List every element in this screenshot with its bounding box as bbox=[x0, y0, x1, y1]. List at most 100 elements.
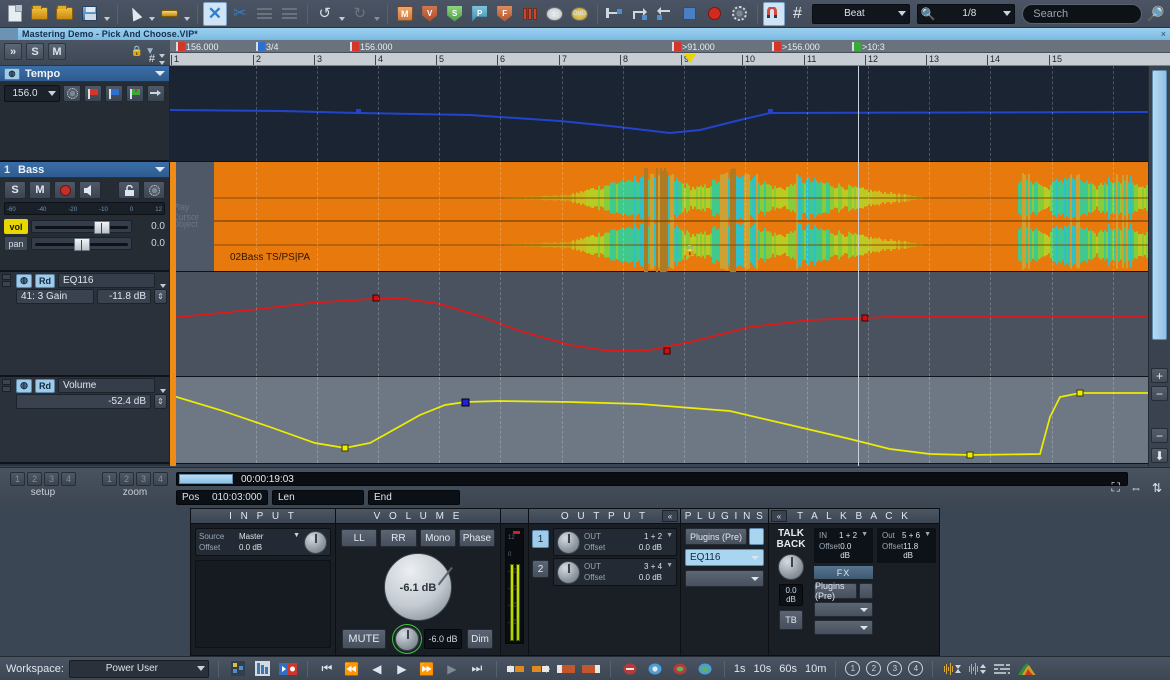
rewind-fast-icon[interactable]: ⏪ bbox=[342, 660, 362, 678]
setup-button[interactable]: 2 bbox=[27, 472, 42, 486]
ruler-marker[interactable]: >91.000 bbox=[672, 41, 715, 52]
close-icon[interactable]: × bbox=[1161, 29, 1170, 39]
skip-end-icon[interactable]: ⏭ bbox=[467, 660, 487, 678]
zoom-buttons[interactable]: 1234 bbox=[102, 472, 168, 486]
volume-automation-name[interactable]: Volume bbox=[58, 378, 155, 393]
redo-dropdown-icon[interactable] bbox=[373, 3, 382, 25]
dim-value-field[interactable]: -6.0 dB bbox=[424, 629, 462, 649]
range-end-icon[interactable] bbox=[531, 660, 551, 678]
bass-track-title-bar[interactable]: 1 Bass bbox=[0, 162, 169, 178]
set-marker-button[interactable] bbox=[603, 2, 627, 26]
talkback-fx-slot-1[interactable] bbox=[814, 602, 873, 617]
bass-mute-button[interactable]: M bbox=[29, 181, 51, 199]
rewind-icon[interactable]: ◀ bbox=[367, 660, 387, 678]
chevron-down-icon[interactable] bbox=[751, 556, 759, 560]
numbered-marker[interactable]: 3 bbox=[887, 661, 902, 676]
burn-cd-button[interactable]: CD bbox=[543, 2, 567, 26]
plugin-slot-2[interactable] bbox=[685, 570, 764, 587]
volume-read-button[interactable]: Rd bbox=[35, 379, 55, 393]
volume-tag[interactable]: vol bbox=[4, 219, 28, 234]
effects-button[interactable]: F bbox=[493, 2, 517, 26]
ruler-marker[interactable]: >10:3 bbox=[852, 41, 885, 52]
marker-lane[interactable]: 156.0003/4156.000>91.000>156.000>10:3 bbox=[170, 40, 1170, 53]
tempo-marker-blue-button[interactable] bbox=[105, 85, 123, 102]
spectrum-icon[interactable] bbox=[1017, 660, 1037, 678]
out-2-value[interactable]: 3 + 4 bbox=[644, 562, 662, 571]
input-slot-area[interactable] bbox=[195, 560, 331, 648]
talkback-tb-button[interactable]: TB bbox=[779, 610, 803, 630]
burn-dvd-button[interactable]: DVD bbox=[568, 2, 592, 26]
stop-button[interactable] bbox=[678, 2, 702, 26]
talkback-out-value[interactable]: 5 + 6 bbox=[902, 531, 920, 540]
volume-mode-phase-button[interactable]: Phase bbox=[459, 529, 495, 547]
drag-handle-icon[interactable] bbox=[2, 273, 13, 289]
bass-solo-button[interactable]: S bbox=[4, 181, 26, 199]
volume-automation-row[interactable]: ◍ Rd Volume bbox=[0, 377, 169, 392]
mouse-mode-dropdown-icon[interactable] bbox=[148, 3, 157, 25]
output-channel-2-button[interactable]: 2 bbox=[532, 560, 549, 578]
search-button[interactable]: 🔍 bbox=[1143, 2, 1167, 26]
chevron-down-icon[interactable]: ▼ bbox=[861, 531, 868, 540]
setup-button[interactable]: 3 bbox=[44, 472, 59, 486]
expand-tracks-button[interactable]: » bbox=[4, 43, 22, 60]
range-mode-button[interactable] bbox=[158, 2, 182, 26]
workspace-dropdown[interactable]: Power User bbox=[69, 660, 209, 678]
grid-button[interactable]: # bbox=[786, 2, 810, 26]
chevron-down-icon[interactable]: ▼ bbox=[924, 531, 931, 540]
chevron-down-icon[interactable]: ▼ bbox=[666, 532, 673, 541]
output-2-knob[interactable] bbox=[557, 561, 580, 584]
skip-start-icon[interactable]: ⏮ bbox=[317, 660, 337, 678]
play-icon[interactable]: ▶ bbox=[442, 660, 462, 678]
chevron-down-icon[interactable] bbox=[158, 274, 167, 288]
time-progress-indicator[interactable] bbox=[179, 474, 233, 484]
range-start-icon[interactable] bbox=[506, 660, 526, 678]
chevron-down-icon[interactable] bbox=[860, 608, 868, 612]
dim-button[interactable]: Dim bbox=[467, 629, 493, 649]
ruler-marker[interactable]: 156.000 bbox=[176, 41, 219, 52]
talkback-in-offset-value[interactable]: 0.0 dB bbox=[840, 542, 868, 560]
chevron-down-icon[interactable]: ▼ bbox=[666, 562, 673, 571]
range-mode-dropdown-icon[interactable] bbox=[183, 3, 192, 25]
zoom-preset[interactable]: 1s bbox=[734, 663, 746, 675]
auto-button[interactable] bbox=[518, 2, 542, 26]
fullscreen-icon[interactable]: ⛶ bbox=[1112, 480, 1120, 495]
lane-tempo[interactable] bbox=[170, 66, 1148, 162]
vertical-scroll-thumb[interactable] bbox=[1152, 70, 1167, 340]
chevron-down-icon[interactable] bbox=[860, 626, 868, 630]
settings-button[interactable] bbox=[728, 2, 752, 26]
bass-record-arm-button[interactable] bbox=[54, 181, 76, 199]
horizontal-arrows-icon[interactable]: ⇔ bbox=[1130, 481, 1142, 495]
plugins-pre-button[interactable]: Plugins (Pre) bbox=[685, 528, 747, 545]
zoom-button[interactable]: 1 bbox=[102, 472, 117, 486]
dim-knob[interactable] bbox=[395, 627, 419, 651]
mute-all-button[interactable]: M bbox=[48, 43, 66, 60]
save-project-button[interactable] bbox=[78, 2, 102, 26]
tempo-marker-move-button[interactable] bbox=[147, 85, 165, 102]
bass-pan-slider[interactable]: pan 0.0 bbox=[4, 235, 165, 252]
ruler-marker[interactable]: 3/4 bbox=[256, 41, 279, 52]
zoom-wave-amplitude-icon[interactable] bbox=[967, 660, 987, 678]
bass-lock-button[interactable] bbox=[118, 181, 140, 199]
eq116-automation-row[interactable]: ◍ Rd EQ116 bbox=[0, 272, 169, 287]
clip-label[interactable]: 02Bass TS/PS|PA bbox=[230, 252, 310, 263]
end-field[interactable]: End bbox=[368, 490, 460, 505]
eq116-automation-name[interactable]: EQ116 bbox=[58, 273, 155, 288]
open-project-button[interactable] bbox=[28, 2, 52, 26]
mouse-mode-button[interactable] bbox=[123, 2, 147, 26]
marker-green-icon[interactable] bbox=[670, 660, 690, 678]
volume-mode-buttons[interactable]: LLRRMonoPhase bbox=[336, 524, 500, 547]
loop-button[interactable] bbox=[628, 2, 652, 26]
zoom-button[interactable]: 3 bbox=[136, 472, 151, 486]
len-field[interactable]: Len bbox=[272, 490, 364, 505]
track-header-bass[interactable]: 1 Bass S M -60-40-20-10012 bbox=[0, 162, 169, 272]
volume-mode-ll-button[interactable]: LL bbox=[341, 529, 377, 547]
tempo-settings-button[interactable] bbox=[63, 85, 81, 102]
output-collapse-button[interactable]: « bbox=[662, 510, 678, 522]
clip-lock-icon[interactable]: 🔒 bbox=[683, 244, 697, 257]
talkback-fx-bypass-toggle[interactable] bbox=[859, 583, 873, 599]
setup-buttons[interactable]: 1234 bbox=[10, 472, 76, 486]
talkback-in-value[interactable]: 1 + 2 bbox=[839, 531, 857, 540]
chevron-down-icon[interactable] bbox=[155, 167, 165, 172]
marker-blue-icon[interactable] bbox=[645, 660, 665, 678]
volume-thumb[interactable] bbox=[94, 221, 110, 234]
